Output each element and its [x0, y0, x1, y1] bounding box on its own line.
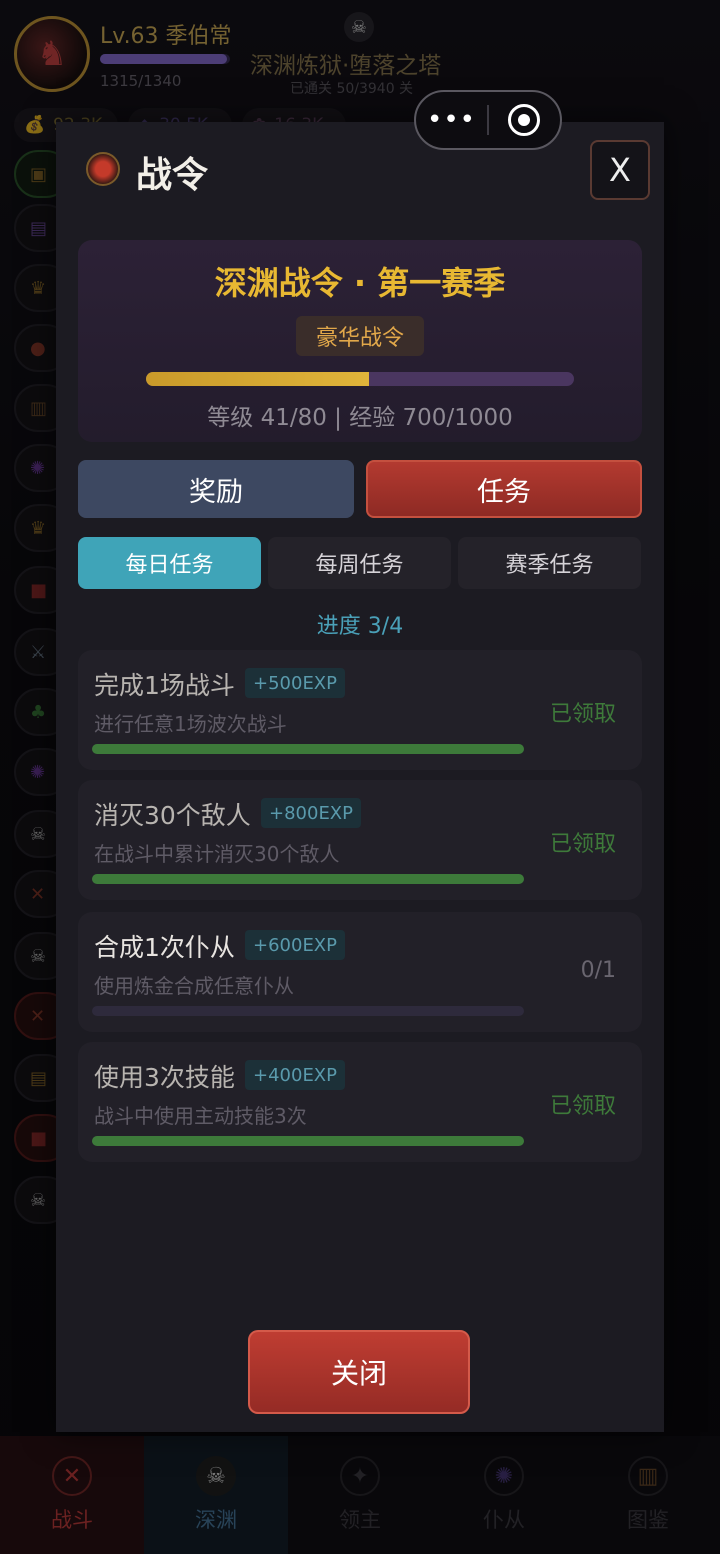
subtab-weekly[interactable]: 每周任务	[268, 537, 451, 589]
task-exp-badge: +500EXP	[245, 668, 345, 698]
task-name: 完成1场战斗	[94, 671, 235, 700]
task-card: 合成1次仆从 +600EXP 使用炼金合成任意仆从 0/1	[78, 912, 642, 1032]
season-progress-fill	[146, 372, 369, 386]
task-description: 在战斗中累计消灭30个敌人	[94, 842, 340, 866]
task-status: 0/1	[580, 958, 616, 983]
task-card: 完成1场战斗 +500EXP 进行任意1场波次战斗 已领取	[78, 650, 642, 770]
close-x-button[interactable]: X	[590, 140, 650, 200]
task-progress-bar	[92, 1006, 524, 1016]
task-progress-fill	[92, 1136, 524, 1146]
battle-pass-modal: 战令 X 深渊战令 · 第一赛季 豪华战令 等级 41/80 | 经验 700/…	[56, 122, 664, 1432]
season-level-exp: 等级 41/80 | 经验 700/1000	[207, 405, 513, 431]
subtab-season[interactable]: 赛季任务	[458, 537, 641, 589]
task-exp-badge: +400EXP	[245, 1060, 345, 1090]
task-description: 进行任意1场波次战斗	[94, 712, 287, 736]
task-progress-fill	[92, 744, 524, 754]
close-button[interactable]: 关闭	[248, 1330, 470, 1414]
task-progress-fill	[92, 874, 524, 884]
target-ring-icon	[508, 104, 541, 136]
exit-target-button[interactable]	[489, 104, 560, 136]
miniprogram-capsule: •••	[414, 90, 562, 150]
task-progress-bar	[92, 874, 524, 884]
tab-task[interactable]: 任务	[366, 460, 642, 518]
tab-reward[interactable]: 奖励	[78, 460, 354, 518]
task-progress-bar	[92, 1136, 524, 1146]
task-status: 已领取	[549, 1094, 616, 1119]
task-name: 消灭30个敌人	[94, 801, 251, 830]
modal-title: 战令	[136, 155, 209, 196]
game-logo-icon	[86, 152, 120, 186]
task-card: 使用3次技能 +400EXP 战斗中使用主动技能3次 已领取	[78, 1042, 642, 1162]
season-progress-bar	[146, 372, 574, 386]
task-progress: 进度 3/4	[316, 614, 404, 639]
season-card: 深渊战令 · 第一赛季 豪华战令 等级 41/80 | 经验 700/1000	[78, 240, 642, 442]
subtab-daily[interactable]: 每日任务	[78, 537, 261, 589]
season-name: 深渊战令 · 第一赛季	[214, 264, 506, 302]
task-exp-badge: +600EXP	[245, 930, 345, 960]
task-name: 合成1次仆从	[94, 933, 235, 962]
task-status: 已领取	[549, 832, 616, 857]
task-name: 使用3次技能	[94, 1063, 235, 1092]
pass-tier-badge: 豪华战令	[296, 316, 424, 356]
task-card: 消灭30个敌人 +800EXP 在战斗中累计消灭30个敌人 已领取	[78, 780, 642, 900]
task-exp-badge: +800EXP	[261, 798, 361, 828]
task-status: 已领取	[549, 702, 616, 727]
more-dots-icon[interactable]: •••	[416, 105, 487, 135]
task-progress-bar	[92, 744, 524, 754]
task-description: 战斗中使用主动技能3次	[94, 1104, 307, 1128]
task-description: 使用炼金合成任意仆从	[94, 974, 294, 998]
